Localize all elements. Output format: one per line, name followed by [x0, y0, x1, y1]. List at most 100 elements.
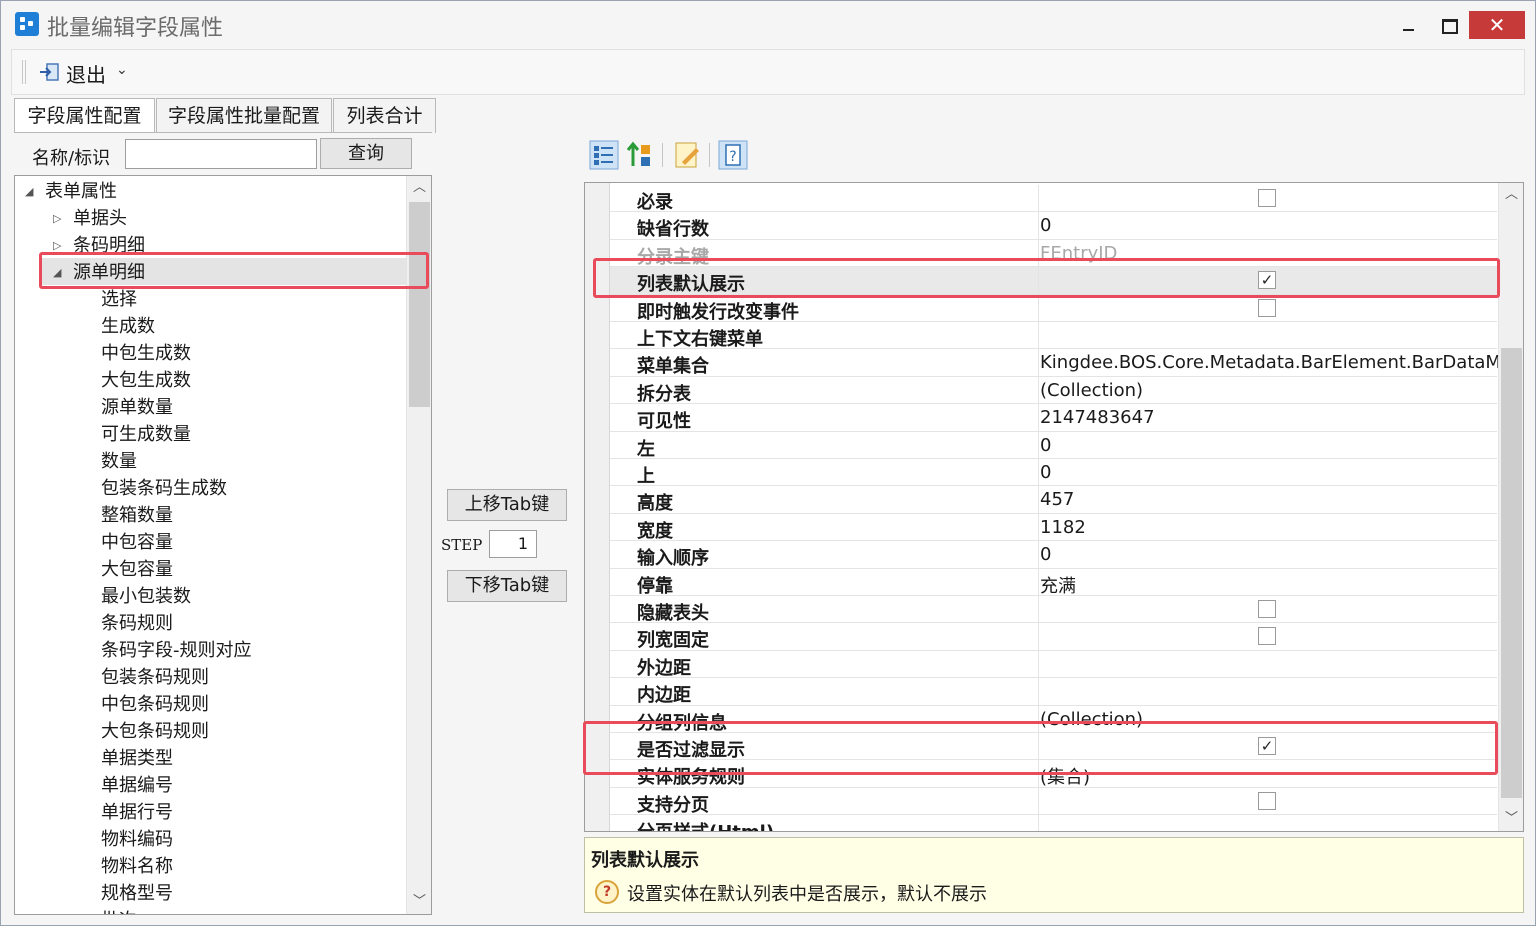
scroll-up-icon[interactable]: ︿ — [1499, 183, 1523, 207]
help-icon[interactable]: ? — [718, 140, 748, 170]
column-divider — [1038, 322, 1039, 349]
tree-item-label: 最小包装数 — [101, 586, 191, 607]
scroll-thumb[interactable] — [409, 202, 430, 407]
tree-item-label: 中包生成数 — [101, 343, 191, 364]
column-divider — [1038, 486, 1039, 513]
scroll-up-icon[interactable]: ︿ — [407, 176, 431, 200]
property-row[interactable]: 上0 — [610, 459, 1497, 487]
tab-batch-field-properties[interactable]: 字段属性批量配置 — [156, 98, 332, 133]
property-checkbox[interactable] — [1258, 600, 1276, 618]
tree-item-label: 生成数 — [101, 316, 155, 337]
tree-item-label: 单据行号 — [101, 802, 173, 823]
property-checkbox[interactable] — [1258, 298, 1276, 317]
window-title: 批量编辑字段属性 — [47, 16, 224, 41]
column-divider — [1038, 650, 1039, 678]
tree-item-label: 大包生成数 — [101, 370, 191, 391]
property-value[interactable]: 0 — [1040, 435, 1051, 456]
collapse-arrow-icon[interactable]: ◢ — [25, 178, 33, 205]
property-value[interactable]: (Collection) — [1040, 380, 1143, 401]
property-name: 支持分页 — [637, 794, 709, 816]
tree-item-label: 大包容量 — [101, 559, 173, 580]
chevron-down-icon[interactable]: ⌄ — [116, 62, 128, 78]
property-value[interactable]: 0 — [1040, 215, 1051, 236]
move-down-tab-button[interactable]: 下移Tab键 — [447, 570, 567, 602]
close-button[interactable]: ✕ — [1469, 11, 1525, 39]
property-value[interactable]: Kingdee.BOS.Core.Metadata.BarElement.Bar… — [1040, 352, 1523, 373]
property-value[interactable]: 457 — [1040, 489, 1074, 510]
tree-item-label: 源单数量 — [101, 397, 173, 418]
tree-item-label: 物料名称 — [101, 856, 173, 877]
property-pages-icon[interactable] — [672, 140, 702, 170]
tab-list-totals[interactable]: 列表合计 — [333, 98, 436, 133]
tree-item-label: 单据头 — [73, 208, 127, 229]
property-row[interactable]: 即时触发行改变事件 — [610, 294, 1497, 323]
minimize-button[interactable] — [1389, 11, 1429, 39]
column-divider — [1038, 568, 1039, 595]
property-row[interactable]: 隐藏表头 — [610, 596, 1497, 624]
property-name: 内边距 — [637, 685, 691, 707]
tree-item-label: 大包条码规则 — [101, 721, 209, 742]
sort-alphabetical-icon[interactable] — [625, 140, 655, 170]
toolbar-separator — [709, 143, 710, 167]
categorized-icon[interactable] — [589, 140, 619, 170]
tab-field-properties[interactable]: 字段属性配置 — [14, 98, 155, 134]
property-grid-scrollbar[interactable]: ︿ ﹀ — [1498, 183, 1523, 831]
step-input[interactable]: 1 — [489, 530, 537, 558]
property-checkbox[interactable] — [1258, 627, 1276, 646]
property-name: 左 — [637, 438, 655, 460]
tree-item-label: 条码字段-规则对应 — [101, 640, 252, 661]
tree-item-label: 单据编号 — [101, 775, 173, 796]
property-checkbox[interactable] — [1258, 189, 1276, 207]
property-row[interactable]: 左0 — [610, 431, 1497, 460]
scroll-down-icon[interactable]: ﹀ — [407, 890, 431, 914]
property-row[interactable]: 宽度 1182 — [610, 513, 1497, 542]
property-value[interactable]: 0 — [1040, 462, 1051, 483]
property-name: 停靠 — [637, 575, 673, 597]
toolbar-separator — [662, 143, 663, 167]
expand-arrow-icon[interactable]: ▷ — [53, 205, 61, 232]
tree-item-label: 中包容量 — [101, 532, 173, 553]
property-name: 拆分表 — [637, 383, 691, 405]
property-checkbox[interactable] — [1258, 791, 1276, 810]
property-row[interactable]: 列宽固定 — [610, 623, 1497, 651]
tree-item-label: 数量 — [101, 451, 137, 472]
column-divider — [1038, 404, 1039, 431]
property-row[interactable]: 停靠 充满 — [610, 568, 1497, 598]
search-label: 名称/标识 — [32, 148, 111, 169]
property-row[interactable]: 内边距 — [610, 678, 1497, 707]
column-divider — [1038, 349, 1039, 376]
tree-item-label: 整箱数量 — [101, 505, 173, 526]
property-row[interactable]: 缺省行数 0 — [610, 212, 1497, 240]
scroll-thumb[interactable] — [1501, 348, 1522, 798]
property-row[interactable]: 高度 457 — [610, 486, 1497, 514]
property-value[interactable]: 0 — [1040, 544, 1051, 565]
property-name: 隐藏表头 — [637, 603, 709, 624]
tree-item-label: 中包条码规则 — [101, 694, 209, 715]
exit-button[interactable]: 退出 — [66, 59, 106, 88]
property-row[interactable]: 分页样式(Html) — [610, 815, 1497, 831]
property-value[interactable]: 2147483647 — [1040, 407, 1155, 428]
query-button[interactable]: 查询 — [320, 138, 412, 169]
column-divider — [1038, 815, 1039, 831]
tree-item-label: 表单属性 — [45, 181, 117, 202]
column-divider — [1038, 541, 1039, 568]
property-value[interactable]: 1182 — [1040, 517, 1086, 538]
property-row[interactable]: 拆分表 (Collection) — [610, 376, 1497, 405]
maximize-button[interactable] — [1429, 11, 1469, 39]
move-up-tab-button[interactable]: 上移Tab键 — [447, 489, 567, 521]
property-row[interactable]: 上下文右键菜单 — [610, 322, 1497, 350]
property-row[interactable]: 必录 — [610, 185, 1497, 213]
property-row[interactable]: 外边距 — [610, 650, 1497, 679]
property-row[interactable]: 菜单集合 Kingdee.BOS.Core.Metadata.BarElement… — [610, 349, 1523, 377]
highlight-box-filter-display — [583, 721, 1498, 775]
tree-item-label: 单据类型 — [101, 748, 173, 769]
property-name: 外边距 — [637, 657, 691, 679]
step-label: STEP — [441, 536, 483, 554]
exit-icon[interactable] — [38, 62, 60, 82]
property-row[interactable]: 输入顺序 0 — [610, 541, 1497, 569]
scroll-down-icon[interactable]: ﹀ — [1499, 807, 1523, 831]
property-row[interactable]: 支持分页 — [610, 787, 1497, 816]
property-row[interactable]: 可见性 2147483647 — [610, 404, 1497, 432]
property-value[interactable]: 充满 — [1040, 572, 1076, 598]
search-input[interactable] — [125, 139, 317, 169]
